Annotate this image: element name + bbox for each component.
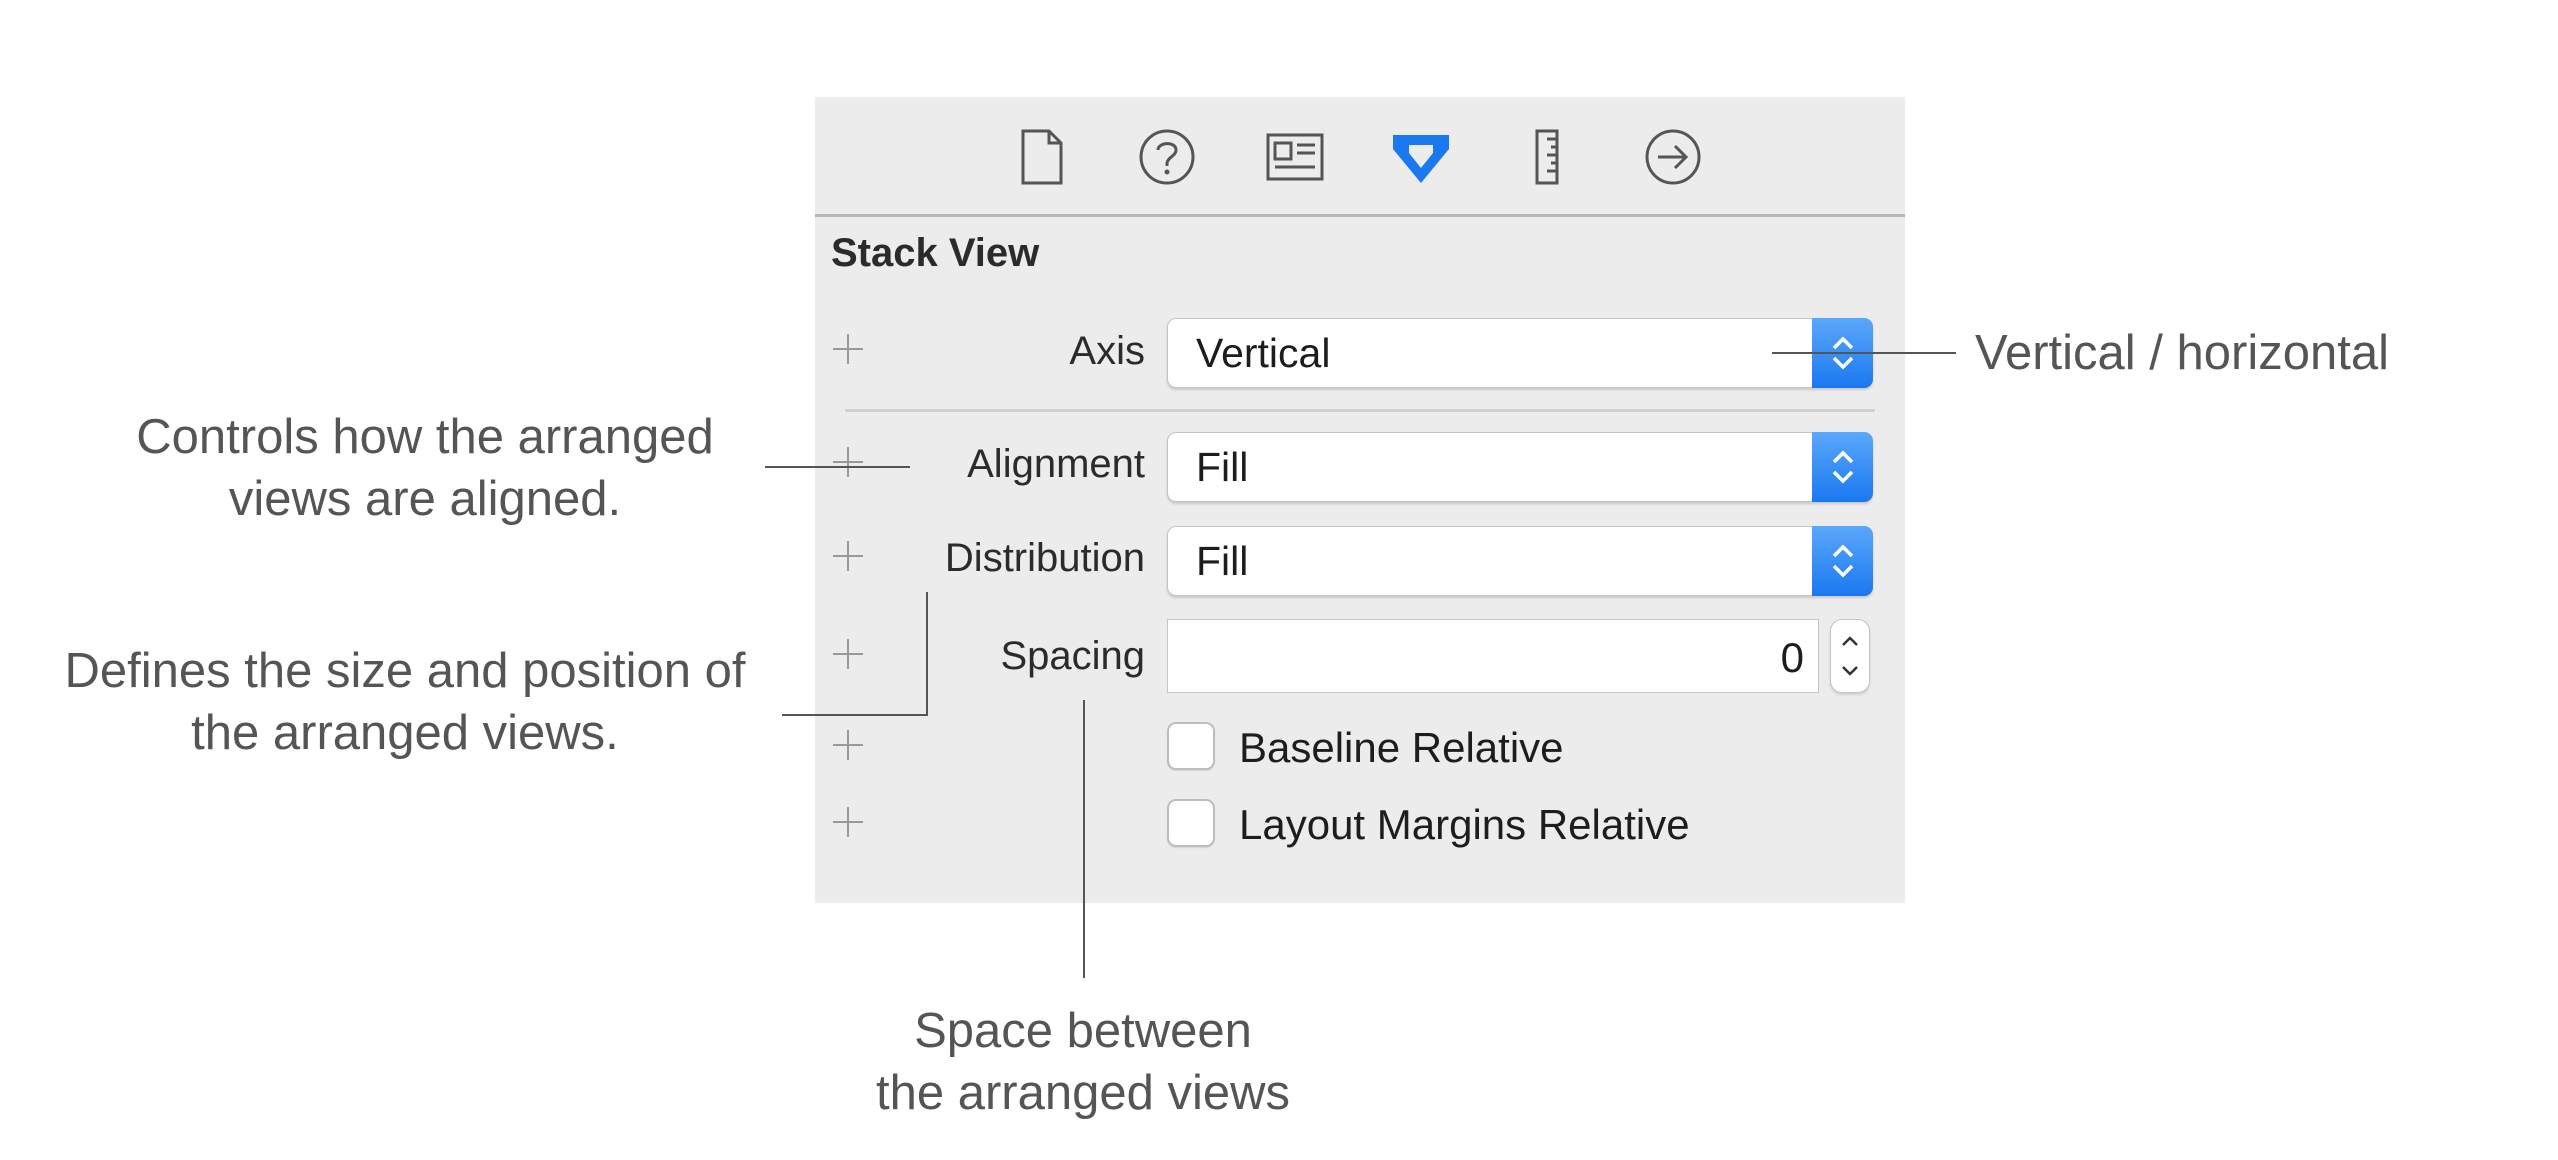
section-divider [845,409,1875,412]
baseline-relative-checkbox[interactable] [1167,722,1215,770]
axis-add-variation-icon[interactable] [833,334,863,364]
alignment-label: Alignment [967,442,1145,486]
axis-annotation: Vertical / horizontal [1975,326,2389,380]
stepper-arrows-icon [1842,636,1858,676]
alignment-annotation-line1: Controls how the arranged [136,410,714,464]
axis-popup[interactable]: Vertical [1167,318,1873,388]
distribution-leader-line-vertical [926,592,928,716]
spacing-annotation-line2: the arranged views [875,1066,1290,1120]
popup-arrows-icon [1812,432,1873,502]
distribution-annotation: Defines the size and position of the arr… [20,640,790,764]
axis-label: Axis [1069,329,1145,373]
distribution-annotation-line2: the arranged views. [191,706,619,760]
spacing-label: Spacing [1000,634,1145,678]
spacing-stepper[interactable] [1830,619,1870,693]
alignment-value: Fill [1196,444,1249,490]
alignment-annotation-line2: views are aligned. [228,472,622,526]
layout-margins-relative-label: Layout Margins Relative [1239,801,1690,848]
popup-arrows-icon [1812,526,1873,596]
distribution-popup[interactable]: Fill [1167,526,1873,596]
attributes-icon[interactable] [1389,125,1453,189]
distribution-add-variation-icon[interactable] [833,541,863,571]
identity-icon[interactable] [1263,125,1327,189]
alignment-annotation: Controls how the arranged views are alig… [60,406,790,530]
spacing-value: 0 [1780,634,1804,681]
layout-margins-relative-checkbox[interactable] [1167,799,1215,847]
file-icon[interactable] [1009,125,1073,189]
attributes-inspector-panel: Stack View Axis Vertical Alignment Fill … [815,97,1905,903]
axis-leader-line [1772,352,1956,354]
section-title: Stack View [831,231,1040,275]
distribution-value: Fill [1196,538,1249,584]
spacing-field[interactable]: 0 [1167,619,1819,693]
distribution-label: Distribution [944,536,1145,580]
baseline-add-variation-icon[interactable] [833,730,863,760]
spacing-leader-line [1083,700,1085,978]
ruler-icon[interactable] [1515,125,1579,189]
baseline-relative-label: Baseline Relative [1239,724,1564,771]
help-icon[interactable] [1135,125,1199,189]
spacing-annotation-line1: Space between [914,1004,1252,1058]
inspector-toolbar [815,97,1905,217]
spacing-add-variation-icon[interactable] [833,639,863,669]
alignment-popup[interactable]: Fill [1167,432,1873,502]
spacing-annotation: Space between the arranged views [808,1000,1358,1124]
layout-margins-add-variation-icon[interactable] [833,807,863,837]
axis-value: Vertical [1196,330,1331,376]
connections-icon[interactable] [1641,125,1705,189]
alignment-add-variation-icon[interactable] [833,447,863,477]
distribution-leader-line-horizontal [782,714,928,716]
distribution-annotation-line1: Defines the size and position of [64,644,746,698]
